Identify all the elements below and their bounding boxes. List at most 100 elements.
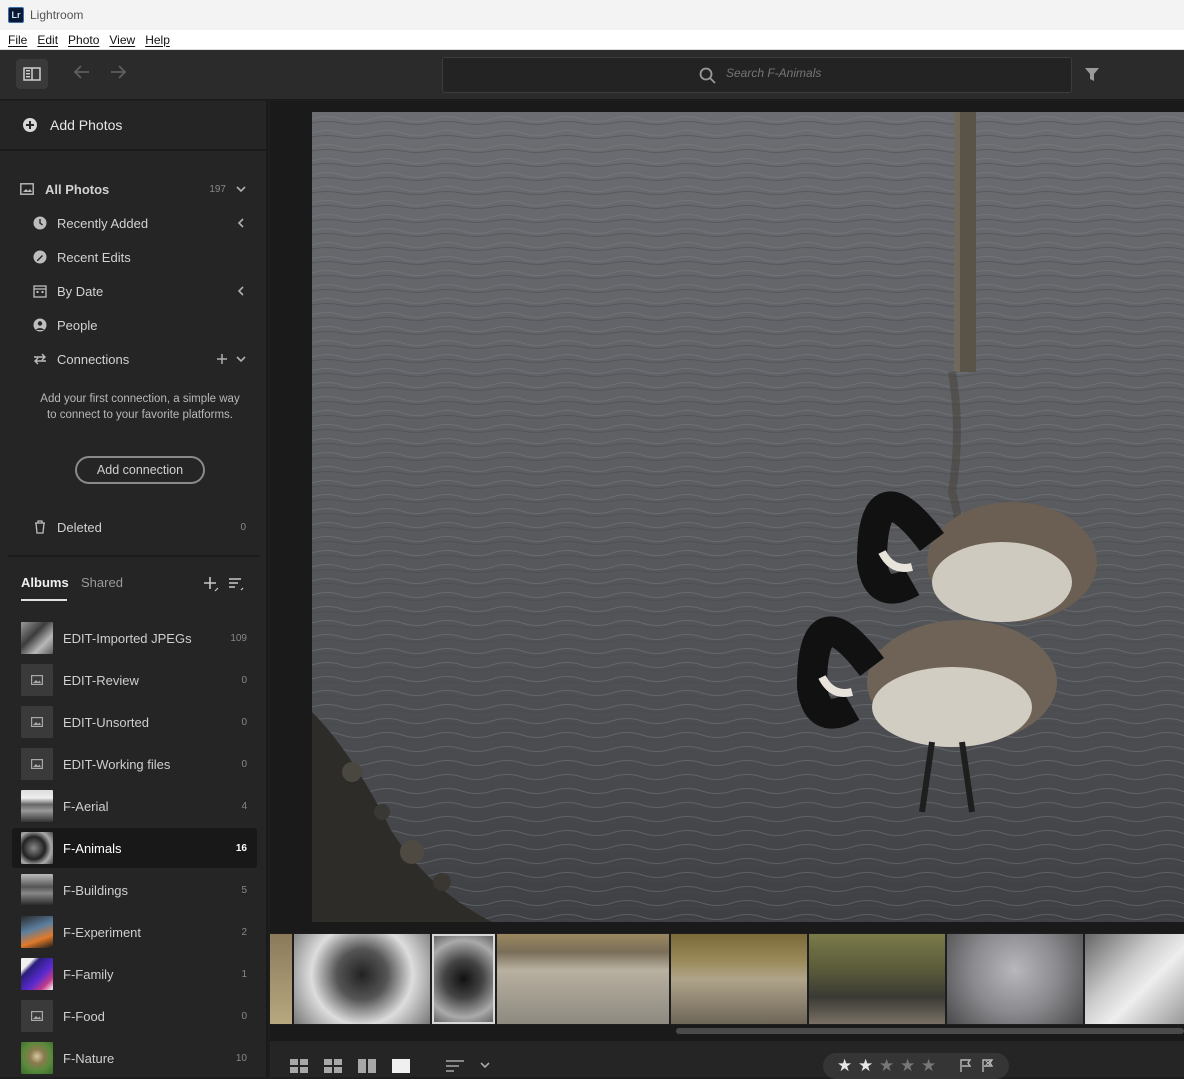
chevron-down-icon[interactable] — [480, 1062, 490, 1068]
app-title: Lightroom — [30, 8, 84, 22]
back-arrow-icon[interactable] — [72, 62, 92, 82]
chevron-left-icon[interactable] — [238, 286, 244, 296]
image-placeholder-icon — [31, 675, 43, 685]
deleted-label: Deleted — [57, 519, 102, 535]
album-item[interactable]: EDIT-Imported JPEGs 109 — [12, 618, 257, 658]
album-thumbnail — [21, 664, 53, 696]
detail-view-icon[interactable] — [392, 1059, 410, 1073]
search-icon — [699, 67, 716, 84]
filmstrip-thumbnail[interactable] — [497, 934, 669, 1024]
sidebar-item-recent-edits[interactable]: Recent Edits — [0, 240, 266, 274]
image-placeholder-icon — [31, 1011, 43, 1021]
rating-bar: ★ ★ ★ ★ ★ — [823, 1053, 1009, 1079]
album-item[interactable]: F-Family 1 — [12, 954, 257, 994]
album-count: 0 — [241, 1010, 247, 1022]
connections-icon — [34, 353, 46, 365]
filmstrip-thumbnail[interactable] — [671, 934, 807, 1024]
tab-shared[interactable]: Shared — [81, 575, 123, 590]
filmstrip-thumbnail[interactable] — [294, 934, 430, 1024]
album-name: F-Animals — [63, 840, 122, 856]
filmstrip-thumbnail[interactable] — [270, 934, 292, 1024]
sort-order-icon[interactable] — [445, 1059, 465, 1073]
album-thumbnail — [21, 790, 53, 822]
menu-help[interactable]: Help — [145, 33, 170, 47]
album-item[interactable]: F-Food 0 — [12, 996, 257, 1036]
image-placeholder-icon — [31, 759, 43, 769]
trash-icon — [35, 520, 45, 534]
album-item[interactable]: EDIT-Review 0 — [12, 660, 257, 700]
square-grid-view-icon[interactable] — [290, 1059, 308, 1073]
photo-grid-view-icon[interactable] — [324, 1059, 342, 1073]
star-2[interactable]: ★ — [858, 1056, 873, 1076]
star-3[interactable]: ★ — [879, 1056, 894, 1076]
album-item[interactable]: F-Experiment 2 — [12, 912, 257, 952]
album-thumbnail — [21, 958, 53, 990]
menu-photo[interactable]: Photo — [68, 33, 99, 47]
filmstrip-thumbnail-selected[interactable] — [432, 934, 495, 1024]
calendar-icon — [33, 285, 47, 298]
chevron-down-icon[interactable] — [236, 356, 246, 362]
filter-icon[interactable] — [1084, 67, 1100, 83]
flag-pick-icon[interactable] — [959, 1059, 973, 1073]
album-name: F-Nature — [63, 1050, 115, 1066]
forward-arrow-icon[interactable] — [108, 62, 128, 82]
flag-reject-icon[interactable] — [981, 1059, 995, 1073]
menu-view[interactable]: View — [109, 33, 135, 47]
album-thumbnail — [21, 916, 53, 948]
search-input[interactable] — [726, 66, 1026, 80]
album-count: 2 — [241, 926, 247, 938]
menu-edit[interactable]: Edit — [37, 33, 58, 47]
album-item[interactable]: EDIT-Working files 0 — [12, 744, 257, 784]
filmstrip-thumbnail[interactable] — [809, 934, 945, 1024]
album-count: 0 — [241, 758, 247, 770]
filmstrip — [270, 933, 1184, 1025]
star-1[interactable]: ★ — [837, 1056, 852, 1076]
add-connection-button[interactable]: Add connection — [75, 456, 205, 484]
sidebar-item-by-date[interactable]: By Date — [0, 274, 266, 308]
compare-view-icon[interactable] — [358, 1059, 376, 1073]
search-box[interactable] — [442, 57, 1072, 93]
album-item-selected[interactable]: F-Animals 16 — [12, 828, 257, 868]
chevron-down-icon[interactable] — [236, 186, 246, 192]
tab-albums[interactable]: Albums — [21, 575, 69, 590]
plus-icon[interactable] — [216, 353, 228, 365]
sidebar-item-recently-added[interactable]: Recently Added — [0, 206, 266, 240]
star-5[interactable]: ★ — [921, 1056, 936, 1076]
album-count: 0 — [241, 716, 247, 728]
album-count: 109 — [230, 632, 247, 644]
clock-icon — [33, 216, 47, 230]
album-item[interactable]: F-Buildings 5 — [12, 870, 257, 910]
album-name: EDIT-Unsorted — [63, 714, 149, 730]
album-count: 4 — [241, 800, 247, 812]
album-item[interactable]: F-Nature 10 — [12, 1038, 257, 1078]
star-4[interactable]: ★ — [900, 1056, 915, 1076]
menu-file[interactable]: File — [8, 33, 27, 47]
filmstrip-thumbnail[interactable] — [1085, 934, 1184, 1024]
album-tabs: Albums Shared — [0, 565, 266, 605]
album-item[interactable]: F-Aerial 4 — [12, 786, 257, 826]
album-thumbnail — [21, 874, 53, 906]
filmstrip-thumbnail[interactable] — [947, 934, 1083, 1024]
add-circle-icon — [23, 118, 37, 132]
top-toolbar — [0, 50, 1184, 100]
main-photo[interactable] — [312, 112, 1184, 922]
by-date-label: By Date — [57, 283, 104, 299]
album-name: F-Experiment — [63, 924, 142, 940]
sort-icon[interactable] — [228, 577, 244, 591]
chevron-left-icon[interactable] — [238, 218, 244, 228]
album-item[interactable]: EDIT-Unsorted 0 — [12, 702, 257, 742]
sidebar-item-people[interactable]: People — [0, 308, 266, 342]
sidebar-item-deleted[interactable]: Deleted 0 — [0, 510, 266, 544]
people-label: People — [57, 317, 98, 333]
add-album-icon[interactable] — [203, 576, 219, 592]
album-name: EDIT-Review — [63, 672, 139, 688]
filmstrip-scrollbar[interactable] — [676, 1028, 1184, 1034]
panel-toggle-button[interactable] — [16, 59, 48, 89]
album-count: 10 — [235, 1052, 247, 1064]
active-tab-underline — [21, 599, 67, 601]
sidebar-item-connections[interactable]: Connections — [0, 342, 266, 376]
title-bar: Lr Lightroom — [0, 0, 1184, 30]
album-thumbnail — [21, 706, 53, 738]
add-photos-button[interactable]: Add Photos — [0, 101, 266, 151]
all-photos-item[interactable]: All Photos 197 — [0, 172, 266, 206]
